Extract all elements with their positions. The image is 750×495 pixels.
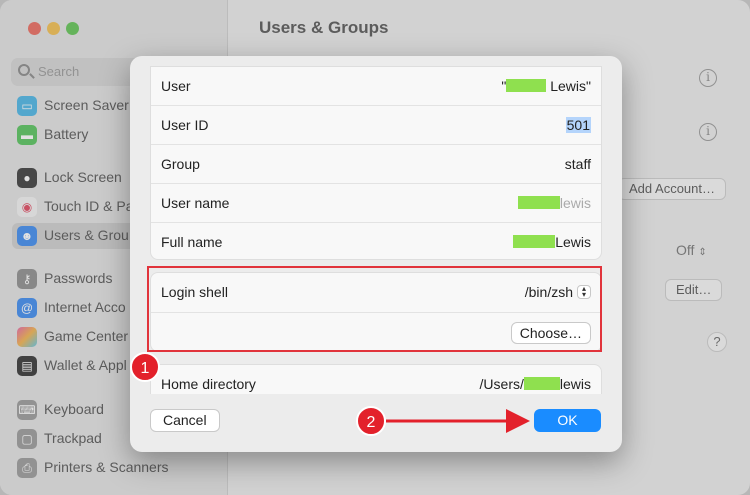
- step-badge-2: 2: [356, 406, 386, 436]
